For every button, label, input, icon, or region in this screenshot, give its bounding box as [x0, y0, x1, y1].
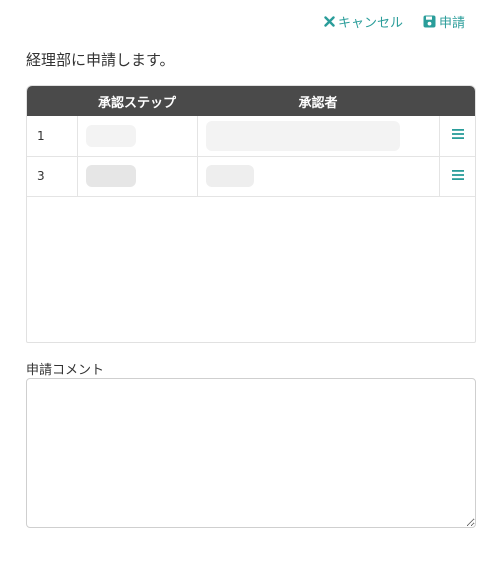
- page-message: 経理部に申請します。: [26, 51, 175, 69]
- hamburger-icon[interactable]: [451, 169, 465, 184]
- submit-button[interactable]: 申請: [423, 12, 465, 31]
- approval-table: 承認ステップ 承認者 1 3: [26, 85, 476, 343]
- column-header-index: [27, 86, 77, 116]
- redacted-approver-name: [205, 120, 400, 151]
- step-index: 1: [27, 116, 77, 157]
- table-header-row: 承認ステップ 承認者: [27, 86, 475, 116]
- redacted-approver-name: [205, 165, 254, 187]
- table-row: 1: [27, 116, 475, 157]
- comment-textarea[interactable]: [26, 378, 476, 528]
- step-name-cell: [76, 116, 197, 157]
- approver-cell[interactable]: [196, 116, 439, 157]
- submit-label: 申請: [438, 16, 465, 31]
- cancel-button[interactable]: キャンセル: [324, 12, 403, 31]
- row-menu-cell[interactable]: [438, 116, 475, 157]
- hamburger-icon[interactable]: [451, 129, 465, 143]
- approver-cell[interactable]: [196, 156, 439, 197]
- close-icon: [324, 16, 335, 27]
- toolbar: キャンセル 申請: [324, 12, 465, 31]
- column-header-approver: 承認者: [197, 86, 439, 116]
- redacted-step-name: [85, 124, 136, 147]
- cancel-label: キャンセル: [337, 16, 403, 31]
- step-index: 3: [27, 156, 77, 197]
- row-menu-cell[interactable]: [438, 156, 475, 197]
- save-icon: [423, 15, 436, 28]
- column-header-menu: [439, 86, 475, 116]
- table-row: 3: [27, 156, 475, 197]
- redacted-step-name: [85, 165, 136, 187]
- column-header-step: 承認ステップ: [77, 86, 197, 116]
- comment-label: 申請コメント: [26, 363, 105, 378]
- step-name-cell: [76, 156, 197, 197]
